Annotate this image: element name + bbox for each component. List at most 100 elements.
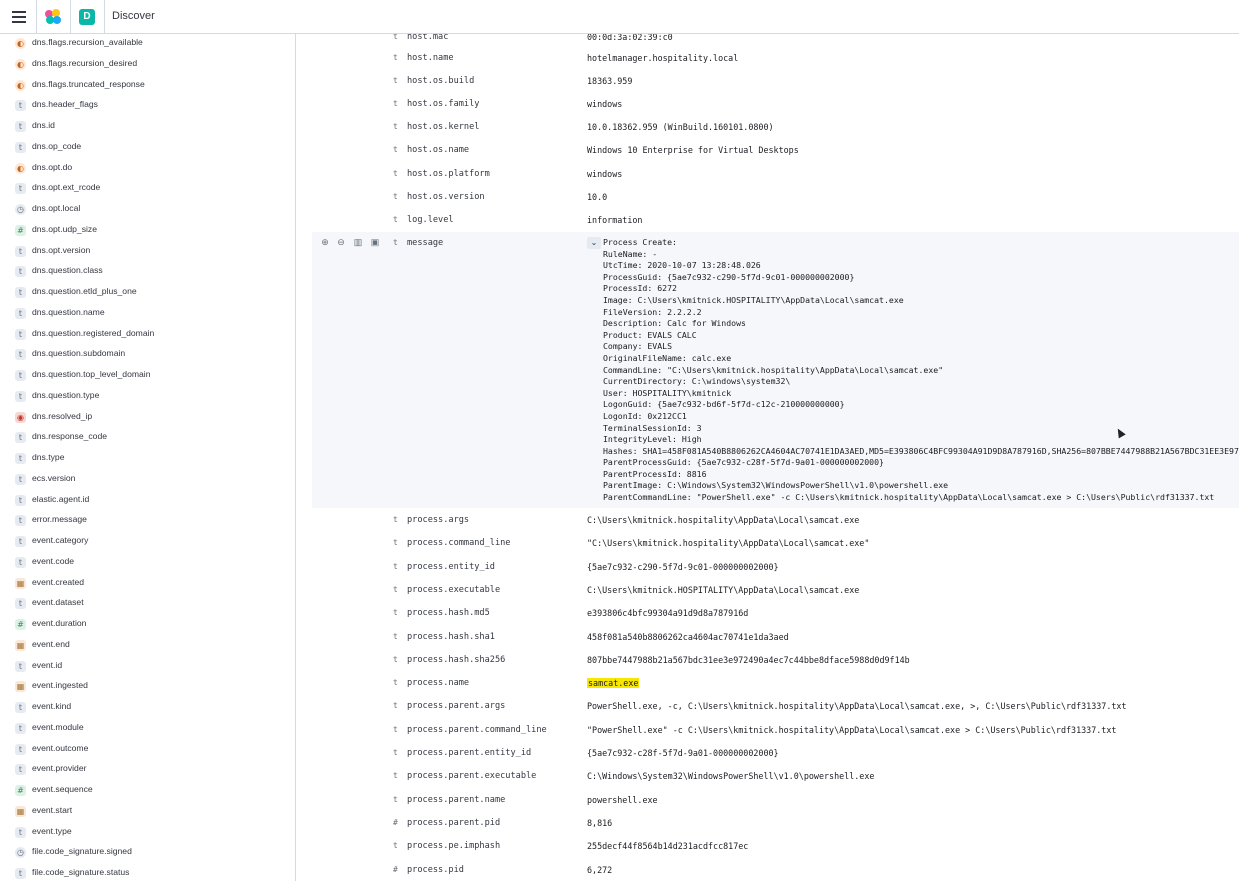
doc-field-row: t process.hash.sha256 807bbe7447988b21a567… — [297, 655, 1239, 671]
field-type-icon: t — [393, 608, 398, 618]
sidebar-field-name: event.provider — [32, 763, 87, 774]
toggle-column-icon[interactable]: ▥ — [353, 237, 363, 247]
sidebar-field-item[interactable]: # event.duration — [0, 615, 290, 635]
sidebar-field-item[interactable]: t dns.question.top_level_domain — [0, 366, 290, 386]
field-type-icon: t — [393, 584, 398, 594]
sidebar-field-item[interactable]: # event.sequence — [0, 781, 290, 801]
sidebar-field-item[interactable]: t event.kind — [0, 698, 290, 718]
zoom-in-icon[interactable]: ⊕ — [320, 237, 330, 247]
sidebar-field-item[interactable]: # dns.opt.udp_size — [0, 221, 290, 241]
sidebar-field-item[interactable]: ◐ dns.opt.do — [0, 159, 290, 179]
sidebar-field-name: file.code_signature.signed — [32, 846, 132, 857]
sidebar-field-item[interactable]: t dns.question.etld_plus_one — [0, 283, 290, 303]
sidebar-field-name: event.duration — [32, 618, 87, 628]
field-type-icon: t — [393, 841, 398, 851]
doc-field-row: t process.hash.md5 e393806c4bfc99304a91d9d… — [297, 608, 1239, 624]
filter-exists-icon[interactable]: ▣ — [370, 237, 380, 247]
string-type-icon: t — [15, 764, 26, 776]
sidebar-field-name: dns.question.class — [32, 265, 103, 276]
sidebar-field-item[interactable]: ▦ event.ingested — [0, 677, 290, 697]
sidebar-field-item[interactable]: ◐ dns.flags.recursion_desired — [0, 55, 290, 75]
string-type-icon: t — [15, 722, 26, 734]
sidebar-field-item[interactable]: t file.code_signature.status — [0, 864, 290, 881]
sidebar-field-item[interactable]: t event.dataset — [0, 594, 290, 614]
field-value: information — [587, 215, 643, 225]
elastic-logo[interactable] — [44, 9, 62, 25]
sidebar-field-item[interactable]: ◐ dns.flags.recursion_available — [0, 34, 290, 54]
sidebar-field-item[interactable]: t dns.question.type — [0, 387, 290, 407]
sidebar-field-item[interactable]: t dns.response_code — [0, 428, 290, 448]
sidebar-field-item[interactable]: t dns.opt.ext_rcode — [0, 179, 290, 199]
field-name: process.entity_id — [407, 561, 495, 572]
field-type-icon: t — [393, 538, 398, 548]
doc-field-row: t host.name hotelmanager.hospitality.local — [297, 53, 1239, 69]
space-avatar[interactable]: D — [79, 9, 95, 25]
sidebar-field-item[interactable]: t ecs.version — [0, 470, 290, 490]
sidebar-field-item[interactable]: t event.type — [0, 823, 290, 843]
sidebar-field-item[interactable]: t dns.type — [0, 449, 290, 469]
sidebar-field-name: dns.question.type — [32, 389, 100, 400]
doc-field-row: t process.pe.imphash 255decf44f8564b14d231… — [297, 841, 1239, 857]
date-type-icon: ▦ — [15, 639, 26, 651]
sidebar-field-item[interactable]: t event.id — [0, 657, 290, 677]
sidebar-field-item[interactable]: t dns.op_code — [0, 138, 290, 158]
sidebar-field-item[interactable]: t dns.header_flags — [0, 96, 290, 116]
sidebar-field-item[interactable]: t event.provider — [0, 760, 290, 780]
sidebar-field-item[interactable]: t dns.question.registered_domain — [0, 325, 290, 345]
sidebar-field-item[interactable]: t error.message — [0, 511, 290, 531]
field-type-icon: # — [393, 817, 398, 827]
date-type-icon: ▦ — [15, 805, 26, 817]
sidebar-field-item[interactable]: t event.outcome — [0, 740, 290, 760]
message-line: Process Create: — [603, 237, 677, 247]
zoom-out-icon[interactable]: ⊖ — [336, 237, 346, 247]
sidebar-field-item[interactable]: t dns.opt.version — [0, 242, 290, 262]
field-value: 00:0d:3a:02:39:c0 — [587, 34, 673, 42]
menu-icon[interactable] — [12, 11, 26, 23]
string-type-icon: t — [15, 183, 26, 195]
sidebar-field-name: event.type — [32, 825, 72, 836]
sidebar-field-item[interactable]: t event.category — [0, 532, 290, 552]
sidebar-field-item[interactable]: t dns.id — [0, 117, 290, 137]
message-line: FileVersion: 2.2.2.2 — [603, 306, 702, 317]
doc-field-row: # process.pid 6,272 — [297, 865, 1239, 881]
search-highlight: samcat.exe — [587, 678, 640, 689]
number-type-icon: # — [15, 785, 26, 796]
field-value: 10.0 — [587, 192, 608, 202]
sidebar-field-name: dns.response_code — [32, 431, 108, 442]
message-line: LogonId: 0x212CC1 — [603, 410, 687, 421]
sidebar-field-item[interactable]: ◷ dns.opt.local — [0, 200, 290, 220]
field-name: process.hash.sha256 — [407, 654, 506, 665]
string-type-icon: t — [15, 702, 26, 713]
doc-field-row: t process.args C:\Users\kmitnick.hospitali… — [297, 515, 1239, 531]
sidebar-field-item[interactable]: t event.code — [0, 553, 290, 573]
string-type-icon: t — [15, 868, 26, 879]
sidebar-field-item[interactable]: t dns.question.class — [0, 262, 290, 282]
sidebar-field-item[interactable]: t elastic.agent.id — [0, 491, 290, 511]
collapse-chevron-icon[interactable]: ⌄ — [587, 237, 601, 249]
sidebar-field-name: dns.opt.ext_rcode — [32, 182, 101, 193]
message-line: ParentProcessId: 8816 — [603, 468, 707, 479]
sidebar-field-item[interactable]: ▦ event.start — [0, 802, 290, 822]
sidebar-field-item[interactable]: ◐ dns.flags.truncated_response — [0, 76, 290, 96]
sidebar-field-item[interactable]: ▦ event.end — [0, 636, 290, 656]
sidebar-field-name: dns.opt.udp_size — [32, 223, 97, 234]
message-line: OriginalFileName: calc.exe — [603, 352, 732, 363]
sidebar-field-name: dns.flags.recursion_desired — [32, 57, 138, 68]
sidebar-field-item[interactable]: t dns.question.subdomain — [0, 345, 290, 365]
sidebar-field-item[interactable]: ◷ file.code_signature.signed — [0, 843, 290, 863]
message-line: CurrentDirectory: C:\windows\system32\ — [603, 376, 791, 387]
field-name: process.hash.sha1 — [407, 631, 495, 642]
sidebar-field-item[interactable]: ▦ event.created — [0, 574, 290, 594]
field-type-icon: t — [393, 771, 398, 781]
sidebar-field-name: event.created — [32, 576, 85, 587]
field-type-icon: t — [393, 34, 398, 41]
sidebar-field-item[interactable]: ◉ dns.resolved_ip — [0, 408, 290, 428]
field-value: PowerShell.exe, -c, C:\Users\kmitnick.ho… — [587, 701, 1127, 712]
sidebar-field-item[interactable]: t event.module — [0, 719, 290, 739]
string-type-icon: t — [15, 328, 26, 340]
doc-field-row: t process.parent.executable C:\Windows\Sys… — [297, 771, 1239, 787]
string-type-icon: t — [15, 390, 26, 402]
field-name: host.name — [407, 53, 454, 63]
sidebar-field-item[interactable]: t dns.question.name — [0, 304, 290, 324]
field-type-icon: t — [393, 122, 398, 131]
